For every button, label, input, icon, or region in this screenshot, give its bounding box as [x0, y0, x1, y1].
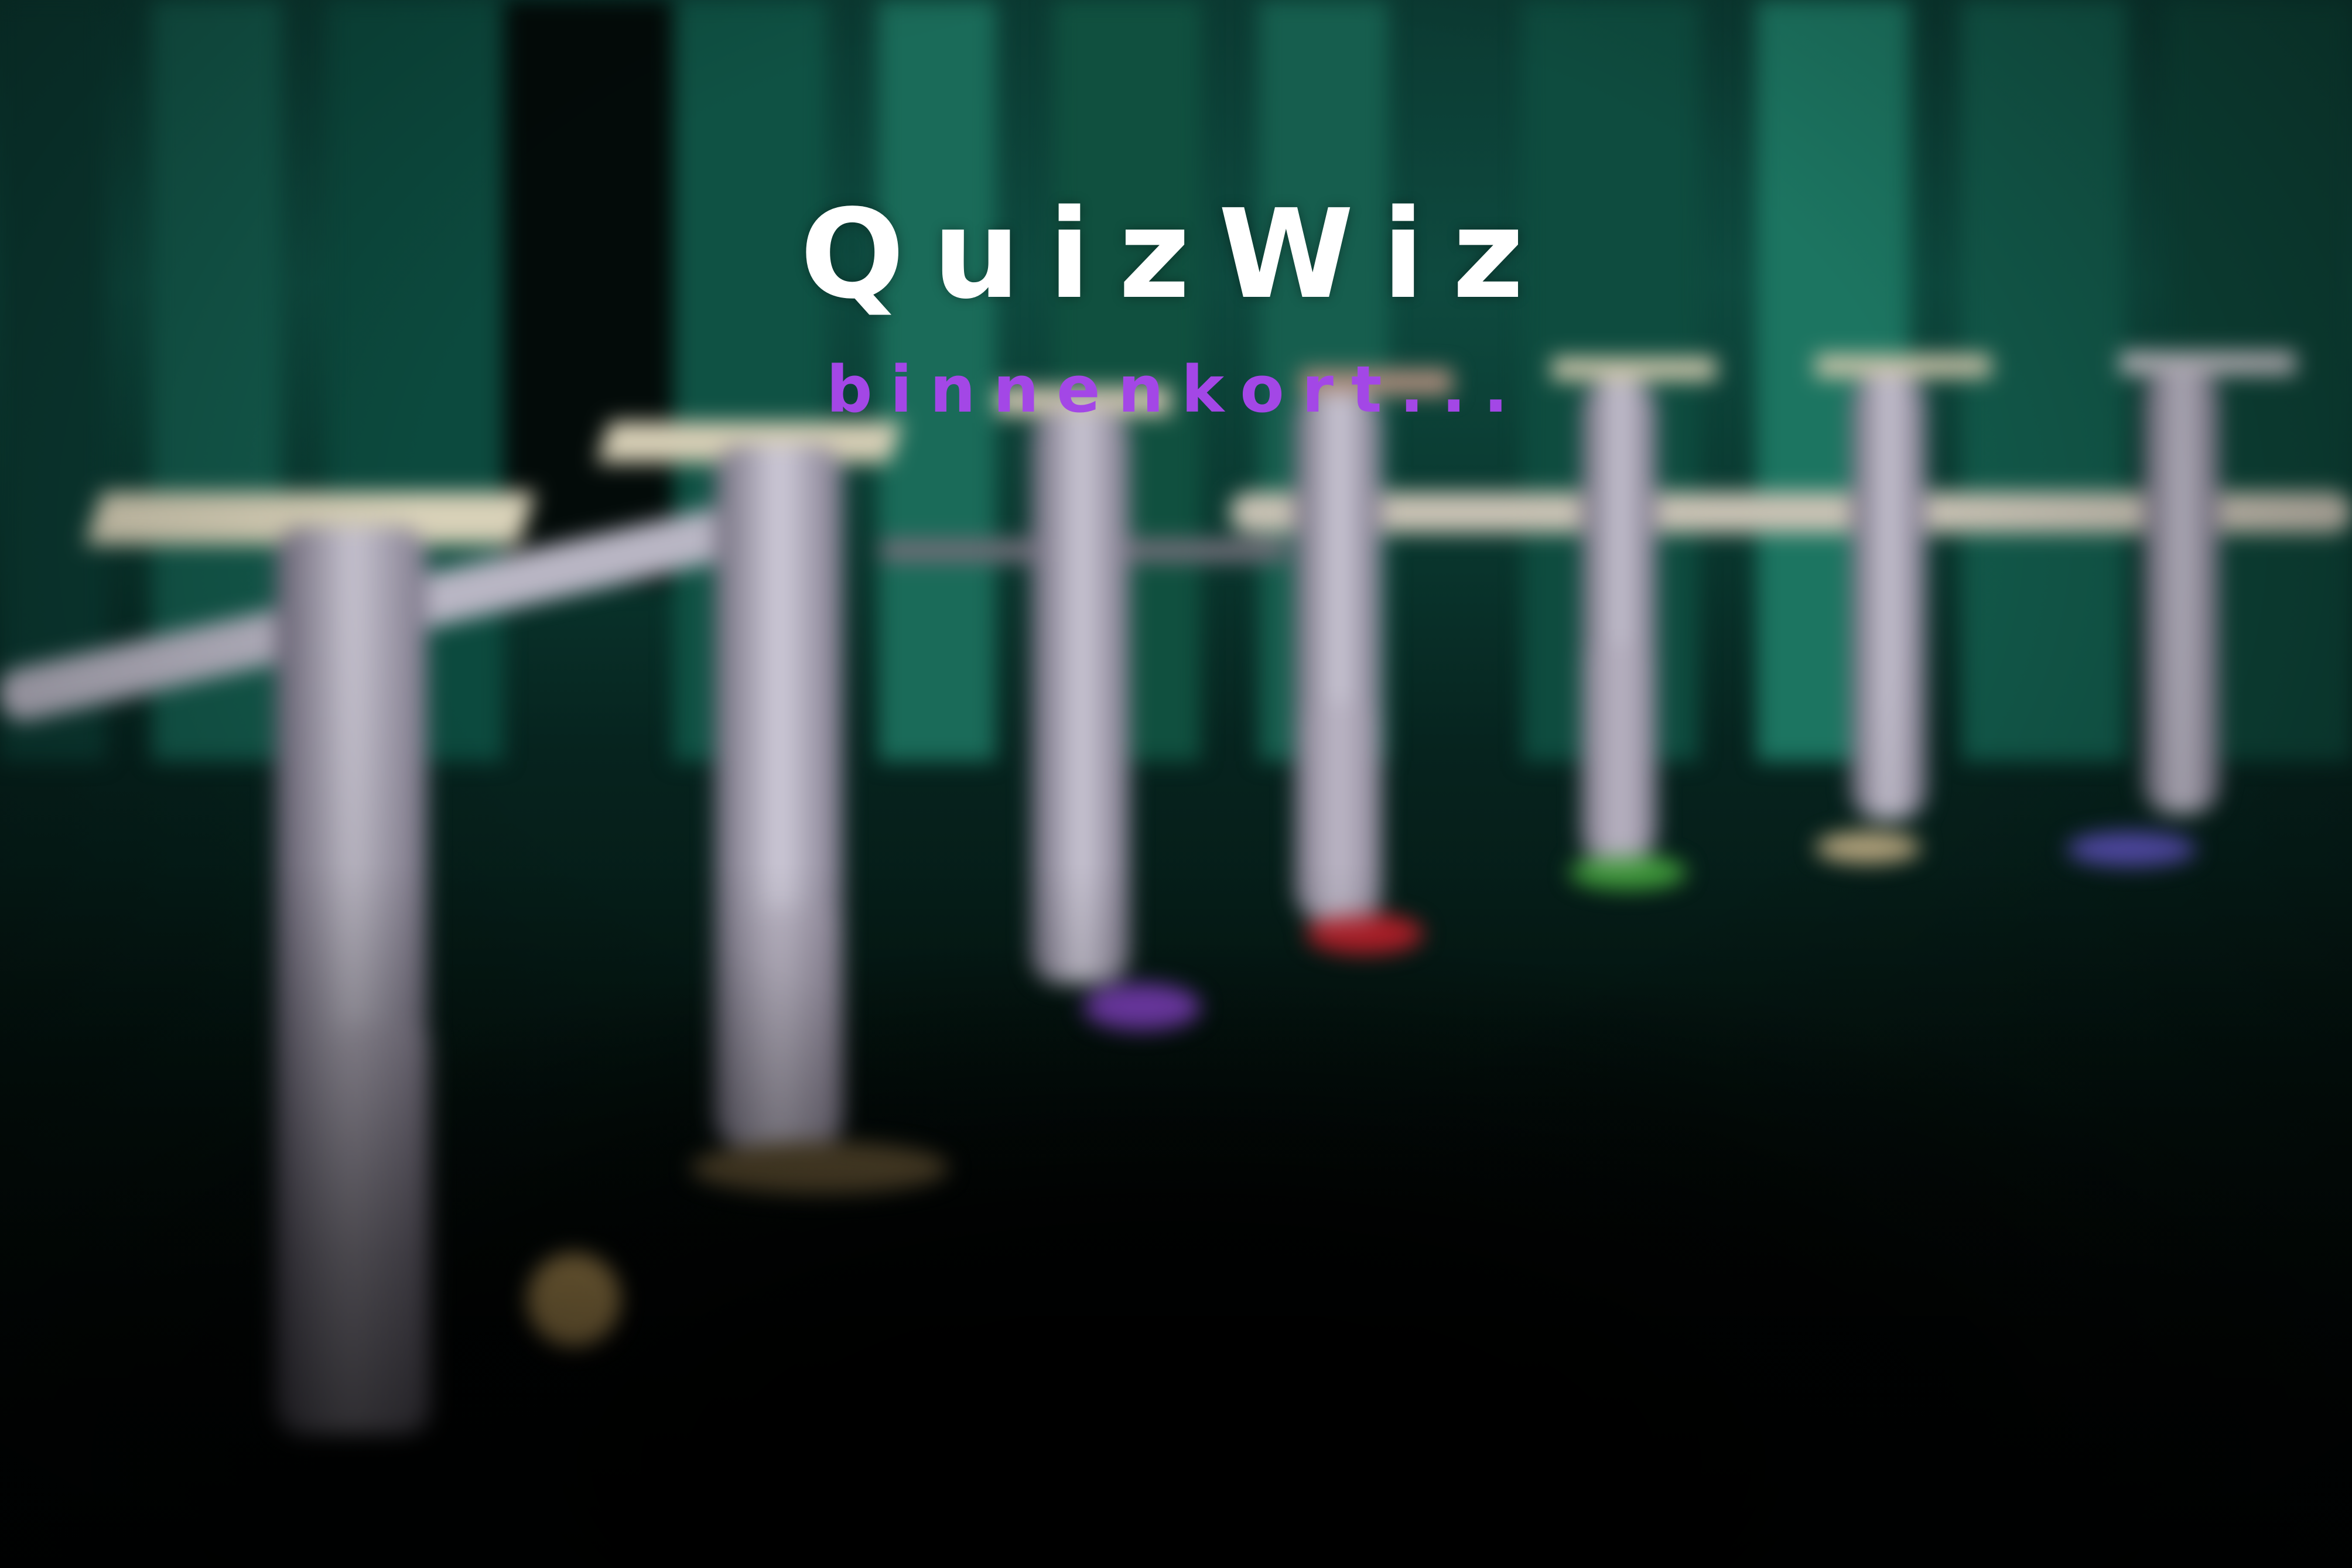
page-title: QuizWiz [799, 183, 1553, 326]
page-subtitle: binnenkort... [826, 352, 1526, 427]
landing-page: QuizWiz binnenkort... [0, 0, 2352, 1568]
